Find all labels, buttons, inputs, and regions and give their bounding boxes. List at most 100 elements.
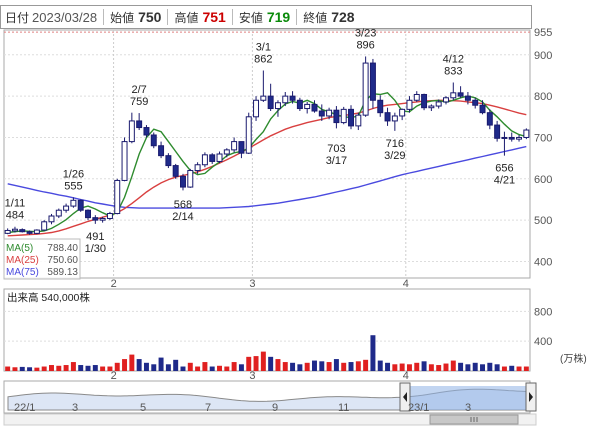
volume-bar [202,362,208,371]
annotation-price: 833 [444,65,462,77]
navigator-right-handle[interactable] [525,382,537,412]
volume-bar [217,365,222,371]
candlestick [296,97,303,112]
volume-bar [180,366,186,371]
annotation-price: 716 [386,138,404,150]
volume-bar [399,363,405,371]
annotation-price: 568 [174,199,192,211]
annotation-price: 491 [86,231,104,243]
volume-bar [12,367,18,371]
volume-bar [275,359,281,371]
volume-bar [158,357,164,371]
legend-ma25-value: 750.60 [47,255,78,266]
annotation-date: 1/30 [85,243,106,255]
volume-bar [385,362,391,371]
volume-bar [297,364,303,371]
candlestick [523,128,530,140]
candle-body-down [508,136,515,140]
annotation-price: 759 [130,96,148,108]
candle-body-down [136,120,143,129]
volume-bar [129,354,135,371]
candlestick [121,137,128,182]
candle-body-up [231,141,238,151]
volume-bar [312,360,317,371]
annotation-price: 862 [254,54,272,66]
annotation-price: 703 [327,143,345,155]
volume-bar [355,361,361,371]
candle-body-down [494,124,501,139]
volume-bar [78,365,84,371]
volume-bar [260,351,266,371]
candle-body-down [333,109,340,124]
candlestick [165,153,172,169]
candle-body-up [106,213,113,219]
volume-bar [523,366,529,371]
legend-ma75-label: MA(75) [6,267,39,278]
month-tick-label: 4 [403,278,409,290]
month-tick-label: 3 [249,278,255,290]
month-tick-label: 3 [249,370,255,382]
candle-body-up [340,108,347,124]
volume-bar [501,366,507,371]
candle-body-down [26,231,33,234]
volume-unit: (万株) [560,352,587,365]
volume-bar [114,362,120,371]
navigator-tick-label: 22/1 [14,402,35,414]
navigator-tick-label: 3 [465,402,471,414]
volume-bar [19,366,25,371]
annotation-date: 4/21 [494,175,515,187]
candle-body-down [384,112,391,122]
candle-body-down [296,99,303,110]
volume-bar [136,359,142,371]
volume-bar [41,366,47,371]
candlestick [77,199,84,212]
candlestick [172,163,179,179]
candlestick [340,106,347,125]
volume-bar [377,360,383,371]
volume-bar [282,362,288,371]
candle-body-down [165,155,172,167]
candle-body-down [172,165,179,177]
candlestick [114,178,121,215]
volume-bar [56,365,62,371]
candle-body-down [158,145,165,157]
volume-bar [209,366,215,371]
volume-bar [49,365,54,371]
candle-body-up [391,115,398,122]
volume-bar [151,364,157,371]
volume-bar [27,367,33,371]
volume-bar [195,366,201,371]
candle-body-up [413,93,420,101]
candle-body-up [128,120,135,143]
stock-chart: 1/114841/265554911/302/77595682/143/1862… [3,27,587,426]
price-tick-label: 600 [534,174,552,186]
candle-body-down [421,93,428,109]
annotation-price: 656 [495,163,513,175]
candle-body-up [326,109,333,117]
volume-label: 出来高 540,000株 [7,291,90,304]
candle-body-down [311,103,318,112]
volume-bar [100,366,106,371]
volume-bar [5,366,11,371]
volume-bar [414,362,420,371]
candle-body-down [180,175,186,188]
annotation-date: 2/7 [132,84,147,96]
candlestick [187,168,194,188]
annotation-date: 3/17 [326,155,347,167]
annotation-date: 3/29 [384,150,405,162]
volume-bar [363,359,369,371]
navigator-tick-label: 9 [272,402,278,414]
legend-ma25-label: MA(25) [6,255,39,266]
annotation-date: 3/1 [256,42,271,54]
candle-body-down [348,108,354,127]
volume-bar [268,356,274,371]
candle-body-down [238,141,245,154]
candle-body-down [77,199,84,211]
volume-bar [304,362,310,371]
annotation-price: 896 [356,39,374,51]
candle-body-up [435,101,442,107]
price-tick-label: 700 [534,132,552,144]
candle-body-down [267,95,274,110]
price-tick-label: 400 [534,256,552,268]
candle-body-down [479,104,486,114]
